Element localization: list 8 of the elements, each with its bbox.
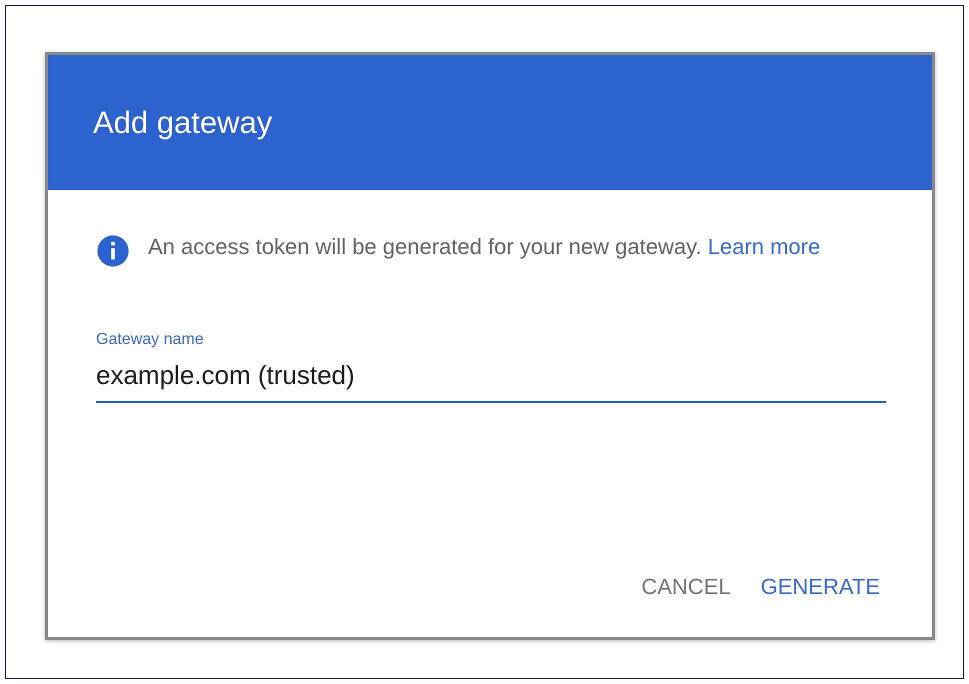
info-message: An access token will be generated for your new gateway. Learn more <box>148 233 822 261</box>
cancel-button[interactable]: CANCEL <box>637 564 735 609</box>
field-label: Gateway name <box>96 330 205 350</box>
learn-more-link[interactable]: Learn more <box>708 234 820 259</box>
info-icon <box>96 234 130 268</box>
gateway-name-field[interactable]: example.com (trusted) <box>96 352 886 403</box>
generate-button[interactable]: GENERATE <box>756 564 884 609</box>
dialog-title: Add gateway <box>93 104 272 142</box>
